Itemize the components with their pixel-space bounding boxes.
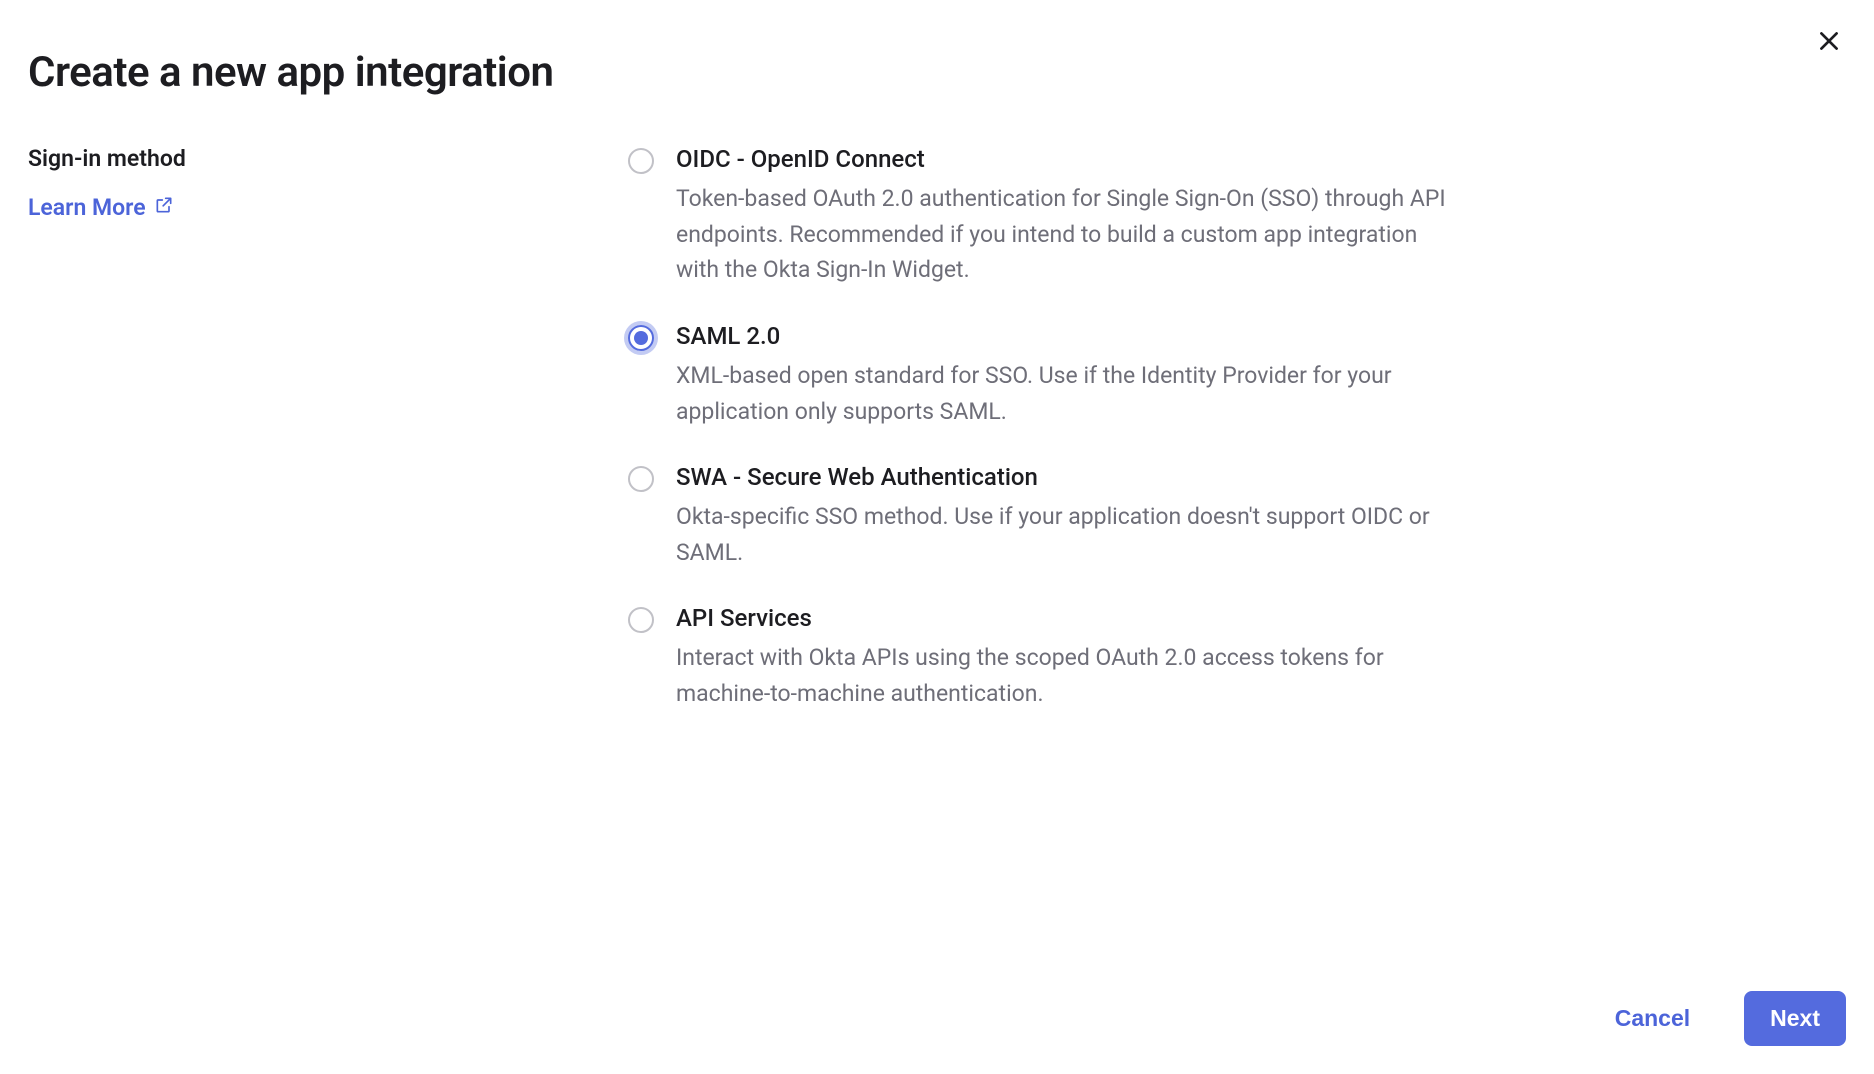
modal-footer: Cancel Next <box>1589 991 1846 1046</box>
radio-saml[interactable] <box>628 325 654 351</box>
section-label: Sign-in method <box>28 145 588 172</box>
radio-api-services[interactable] <box>628 607 654 633</box>
learn-more-label: Learn More <box>28 194 146 221</box>
option-text: SWA - Secure Web Authentication Okta-spe… <box>676 463 1448 570</box>
option-description: Token-based OAuth 2.0 authentication for… <box>676 181 1448 288</box>
option-swa[interactable]: SWA - Secure Web Authentication Okta-spe… <box>628 463 1448 570</box>
external-link-icon <box>154 194 174 221</box>
option-oidc[interactable]: OIDC - OpenID Connect Token-based OAuth … <box>628 145 1448 288</box>
left-column: Sign-in method Learn More <box>28 145 588 746</box>
next-button[interactable]: Next <box>1744 991 1846 1046</box>
option-title: SAML 2.0 <box>676 322 1448 350</box>
option-text: API Services Interact with Okta APIs usi… <box>676 604 1448 711</box>
radio-oidc[interactable] <box>628 148 654 174</box>
modal-title: Create a new app integration <box>28 48 1846 97</box>
option-description: XML-based open standard for SSO. Use if … <box>676 358 1448 429</box>
radio-swa[interactable] <box>628 466 654 492</box>
option-title: API Services <box>676 604 1448 632</box>
option-text: OIDC - OpenID Connect Token-based OAuth … <box>676 145 1448 288</box>
close-icon <box>1816 42 1842 57</box>
modal-content: Sign-in method Learn More OIDC - OpenID … <box>28 145 1846 746</box>
learn-more-link[interactable]: Learn More <box>28 194 174 221</box>
option-title: SWA - Secure Web Authentication <box>676 463 1448 491</box>
close-button[interactable] <box>1812 24 1846 58</box>
option-text: SAML 2.0 XML-based open standard for SSO… <box>676 322 1448 429</box>
option-description: Okta-specific SSO method. Use if your ap… <box>676 499 1448 570</box>
option-title: OIDC - OpenID Connect <box>676 145 1448 173</box>
cancel-button[interactable]: Cancel <box>1589 991 1716 1046</box>
options-list: OIDC - OpenID Connect Token-based OAuth … <box>628 145 1448 746</box>
option-saml[interactable]: SAML 2.0 XML-based open standard for SSO… <box>628 322 1448 429</box>
option-api-services[interactable]: API Services Interact with Okta APIs usi… <box>628 604 1448 711</box>
option-description: Interact with Okta APIs using the scoped… <box>676 640 1448 711</box>
